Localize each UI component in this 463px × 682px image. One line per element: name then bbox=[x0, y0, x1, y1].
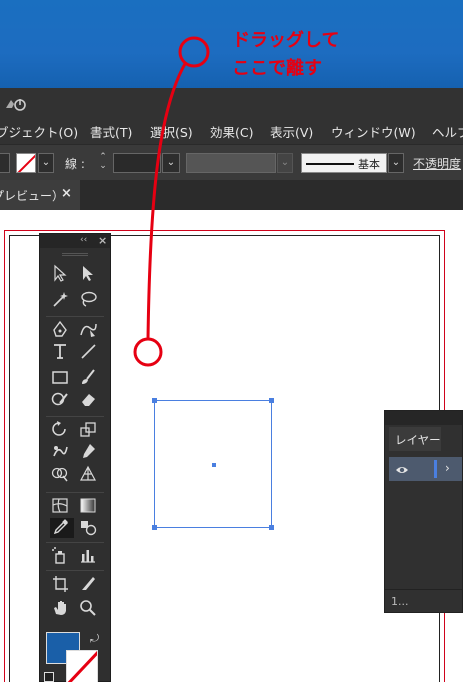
default-fill-stroke-icon[interactable] bbox=[44, 672, 54, 682]
eye-visibility-icon[interactable] bbox=[395, 462, 409, 476]
layers-count: 1... bbox=[391, 595, 409, 608]
blend-tool-icon[interactable] bbox=[78, 518, 102, 538]
variable-width-dropdown[interactable]: ⌄ bbox=[277, 153, 293, 173]
close-tab-icon[interactable]: × bbox=[61, 186, 72, 201]
tools-panel: ‹‹ × ⤾ bbox=[39, 233, 111, 682]
variable-width-profile[interactable] bbox=[186, 153, 276, 173]
control-bar: ⌄ 線 : ⌃ ⌄ ⌄ ⌄ 基本 ⌄ 不透明度 bbox=[0, 144, 463, 180]
selected-rectangle[interactable] bbox=[152, 398, 274, 530]
gradient-tool-icon[interactable] bbox=[78, 496, 102, 516]
rectangle-tool-icon[interactable] bbox=[50, 368, 74, 388]
warp-tool-icon[interactable] bbox=[50, 442, 74, 462]
layer-color-bar bbox=[434, 460, 437, 478]
stroke-none-swatch[interactable] bbox=[16, 153, 36, 173]
scale-tool-icon[interactable] bbox=[78, 420, 102, 440]
collapse-icon[interactable]: ‹‹ bbox=[80, 235, 87, 245]
menu-object[interactable]: ブジェクト(O) bbox=[0, 122, 78, 141]
column-graph-tool-icon[interactable] bbox=[78, 546, 102, 566]
menu-window[interactable]: ウィンドウ(W) bbox=[331, 122, 416, 141]
tool-group-divider bbox=[46, 316, 104, 317]
fill-dropdown-edge[interactable] bbox=[0, 153, 10, 173]
layers-tab[interactable]: レイヤー bbox=[389, 427, 441, 451]
shaper-tool-icon[interactable] bbox=[50, 390, 74, 410]
app-logo-icon bbox=[4, 96, 26, 112]
stroke-weight-stepper[interactable]: ⌃ ⌄ bbox=[96, 153, 110, 173]
selection-handle[interactable] bbox=[269, 525, 274, 530]
tool-group-divider bbox=[46, 492, 104, 493]
menu-select[interactable]: 選択(S) bbox=[150, 122, 193, 141]
tools-panel-header[interactable]: ‹‹ × bbox=[40, 234, 110, 248]
stroke-weight-dropdown[interactable]: ⌄ bbox=[162, 153, 180, 173]
line-segment-tool-icon[interactable] bbox=[78, 342, 102, 362]
selection-handle[interactable] bbox=[152, 525, 157, 530]
tool-group-divider bbox=[46, 416, 104, 417]
selection-tool-icon[interactable] bbox=[50, 264, 74, 284]
curvature-tool-icon[interactable] bbox=[78, 320, 102, 340]
menu-effect[interactable]: 効果(C) bbox=[210, 122, 253, 141]
puppet-warp-tool-icon[interactable] bbox=[78, 442, 102, 462]
brush-dropdown[interactable]: ⌄ bbox=[388, 153, 404, 173]
stroke-weight-field[interactable] bbox=[113, 153, 161, 173]
opacity-label[interactable]: 不透明度 bbox=[413, 155, 461, 172]
stroke-color-swatch[interactable] bbox=[66, 650, 98, 682]
app-title-bar bbox=[0, 88, 463, 118]
pen-tool-icon[interactable] bbox=[50, 320, 74, 340]
brush-definition-field[interactable]: 基本 bbox=[301, 153, 387, 173]
zoom-tool-icon[interactable] bbox=[78, 598, 102, 618]
center-point bbox=[212, 463, 216, 467]
lasso-tool-icon[interactable] bbox=[78, 290, 102, 310]
tool-group-divider bbox=[46, 542, 104, 543]
menu-help[interactable]: ヘルプ bbox=[432, 122, 463, 141]
layers-tab-strip bbox=[385, 411, 462, 425]
layers-panel: レイヤー › 1... bbox=[384, 410, 463, 613]
tool-group-divider bbox=[46, 570, 104, 571]
direct-selection-tool-icon[interactable] bbox=[78, 264, 102, 284]
swap-fill-stroke-icon[interactable]: ⤾ bbox=[90, 632, 102, 645]
menu-bar: ブジェクト(O) 書式(T) 選択(S) 効果(C) 表示(V) ウィンドウ(W… bbox=[0, 118, 463, 144]
eraser-tool-icon[interactable] bbox=[78, 390, 102, 410]
slice-tool-icon[interactable] bbox=[78, 574, 102, 594]
rotate-tool-icon[interactable] bbox=[50, 420, 74, 440]
shape-builder-tool-icon[interactable] bbox=[50, 464, 74, 484]
hand-tool-icon[interactable] bbox=[50, 598, 74, 618]
desktop-background bbox=[0, 0, 463, 88]
stroke-dropdown[interactable]: ⌄ bbox=[38, 153, 54, 173]
close-panel-icon[interactable]: × bbox=[98, 234, 107, 247]
layer-row[interactable]: › bbox=[389, 457, 462, 481]
document-tab-bar: プレビュー） × bbox=[0, 180, 463, 210]
document-tab[interactable]: プレビュー） × bbox=[0, 180, 80, 210]
selection-handle[interactable] bbox=[269, 398, 274, 403]
document-tab-label: プレビュー） bbox=[0, 189, 65, 203]
eyedropper-tool-icon[interactable] bbox=[50, 518, 74, 538]
stroke-label: 線 : bbox=[65, 157, 85, 171]
brush-label: 基本 bbox=[358, 158, 380, 171]
perspective-grid-tool-icon[interactable] bbox=[78, 464, 102, 484]
layers-footer: 1... bbox=[385, 589, 462, 613]
type-tool-icon[interactable] bbox=[50, 342, 74, 362]
menu-view[interactable]: 表示(V) bbox=[270, 122, 313, 141]
selection-handle[interactable] bbox=[152, 398, 157, 403]
mesh-tool-icon[interactable] bbox=[50, 496, 74, 516]
symbol-sprayer-tool-icon[interactable] bbox=[50, 546, 74, 566]
paintbrush-tool-icon[interactable] bbox=[78, 368, 102, 388]
panel-grip[interactable] bbox=[62, 253, 88, 256]
expand-arrow-icon[interactable]: › bbox=[445, 461, 450, 475]
menu-type[interactable]: 書式(T) bbox=[90, 122, 132, 141]
artboard-tool-icon[interactable] bbox=[50, 574, 74, 594]
layers-tab-label: レイヤー bbox=[395, 433, 441, 447]
magic-wand-tool-icon[interactable] bbox=[50, 290, 74, 310]
